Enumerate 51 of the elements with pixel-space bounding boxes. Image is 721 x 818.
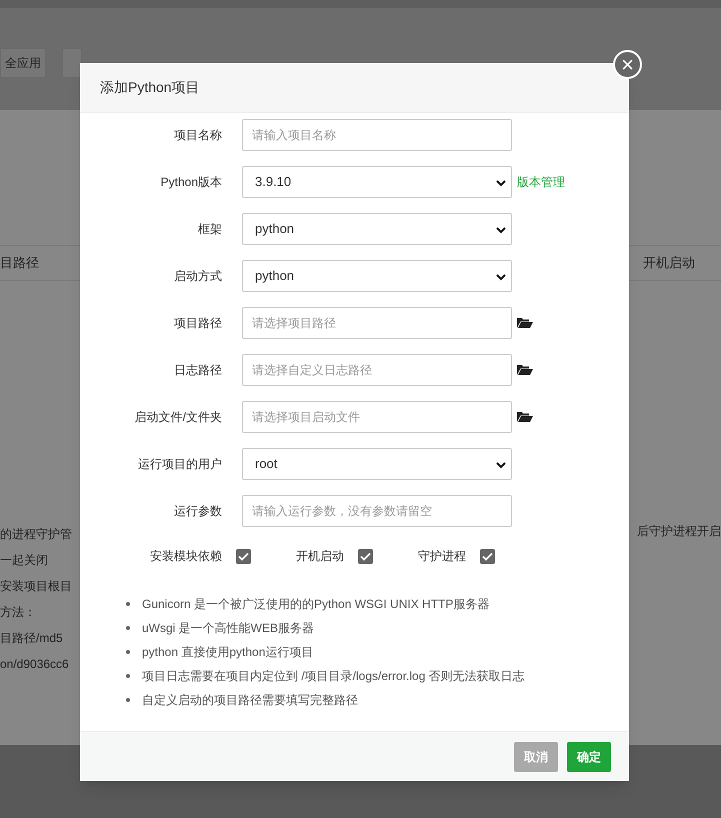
- note-text: uWsgi 是一个高性能WEB服务器: [142, 620, 314, 637]
- background-text: 目路径/md5: [0, 630, 64, 647]
- bullet-icon: [126, 650, 130, 654]
- chevron-down-icon: [496, 461, 506, 469]
- input-field[interactable]: 请选择项目路径: [242, 307, 512, 339]
- chevron-down-icon: [496, 226, 506, 234]
- input-field[interactable]: 请选择自定义日志路径: [242, 354, 512, 386]
- folder-icon[interactable]: [517, 411, 533, 423]
- note-text: Gunicorn 是一个被广泛使用的的Python WSGI UNIX HTTP服务器: [142, 596, 490, 613]
- background-text: 安装项目根目: [0, 578, 73, 595]
- field-label: 运行项目的用户: [137, 456, 222, 473]
- bullet-icon: [126, 674, 130, 678]
- input-field[interactable]: 请输入运行参数，没有参数请留空: [242, 495, 512, 527]
- background-text: on/d9036cc6: [0, 656, 70, 673]
- background-text: 一起关闭: [0, 552, 49, 569]
- background-text: 的进程守护管: [0, 526, 73, 543]
- field-label: 启动方式: [173, 268, 222, 285]
- column-header: 目路径: [0, 254, 39, 272]
- column-header: 开机启动: [643, 254, 696, 272]
- field-label: 日志路径: [173, 362, 222, 379]
- checkbox[interactable]: [236, 548, 251, 564]
- checkbox-label: 开机启动: [296, 548, 344, 565]
- bullet-icon: [126, 698, 130, 702]
- field-label: 运行参数: [173, 503, 222, 520]
- note-text: 自定义启动的项目路径需要填写完整路径: [142, 692, 358, 709]
- note-text: python 直接使用python运行项目: [142, 644, 314, 661]
- background-text: 方法：: [0, 604, 37, 621]
- field-label: 框架: [197, 221, 222, 238]
- chevron-down-icon: [496, 273, 506, 281]
- folder-icon[interactable]: [517, 317, 533, 329]
- note-text: 项目日志需要在项目内定位到 /项目目录/logs/error.log 否则无法获取日志: [142, 668, 525, 685]
- checkbox[interactable]: [358, 548, 373, 564]
- field-label: 启动文件/文件夹: [134, 409, 222, 426]
- checkbox[interactable]: [480, 548, 495, 564]
- folder-icon[interactable]: [517, 364, 533, 376]
- chevron-down-icon: [496, 179, 506, 187]
- checkbox-label: 守护进程: [418, 548, 466, 565]
- bullet-icon: [126, 602, 130, 606]
- select-field[interactable]: root: [242, 448, 512, 480]
- field-label: 项目路径: [173, 315, 222, 332]
- select-field[interactable]: python: [242, 213, 512, 245]
- input-field[interactable]: 请输入项目名称: [242, 119, 512, 151]
- dialog-title: 添加Python项目: [100, 78, 200, 97]
- background-text: 后守护进程开启: [637, 523, 721, 540]
- select-field[interactable]: python: [242, 260, 512, 292]
- input-field[interactable]: 请选择项目启动文件: [242, 401, 512, 433]
- field-label: 项目名称: [173, 127, 222, 144]
- select-field[interactable]: 3.9.10: [242, 166, 512, 198]
- field-label: Python版本: [160, 174, 222, 191]
- checkbox-label: 安装模块依赖: [150, 548, 222, 565]
- bullet-icon: [126, 626, 130, 630]
